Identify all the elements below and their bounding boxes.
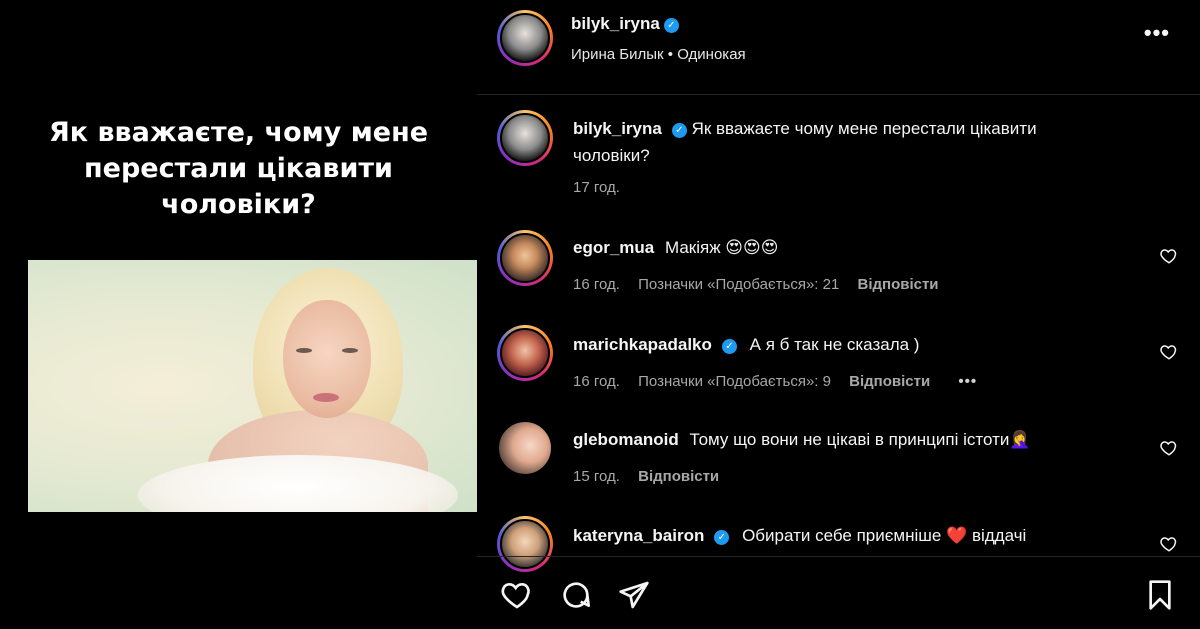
comment-item: kateryna_bairon ✓ Обирати себе приємніше … bbox=[573, 522, 1113, 549]
comment-item: marichkapadalko ✓ А я б так не сказала ) bbox=[573, 331, 1113, 358]
comment-more-icon[interactable]: ••• bbox=[958, 373, 977, 390]
comment-avatar[interactable] bbox=[497, 420, 553, 476]
media-caption: Як вважаєте, чому мене перестали цікавит… bbox=[48, 117, 429, 220]
verified-icon: ✓ bbox=[663, 18, 679, 33]
header-divider bbox=[477, 94, 1200, 95]
comment-item: glebomanoid Тому що вони не цікаві в при… bbox=[573, 426, 1113, 453]
post-panel: bilyk_iryna ✓ Ирина Билык • Одинокая ••• … bbox=[477, 0, 1200, 629]
comment-time[interactable]: 16 год. bbox=[573, 373, 620, 390]
avatar-image bbox=[500, 328, 550, 378]
reply-button[interactable]: Відповісти bbox=[857, 276, 938, 293]
comment-likes[interactable]: Позначки «Подобається»: 21 bbox=[638, 276, 839, 293]
reply-button[interactable]: Відповісти bbox=[638, 468, 719, 485]
post-time[interactable]: 17 год. bbox=[573, 179, 620, 196]
reply-button[interactable]: Відповісти bbox=[849, 373, 930, 390]
comment-time[interactable]: 16 год. bbox=[573, 276, 620, 293]
bookmark-icon[interactable] bbox=[1144, 579, 1176, 611]
comment-item: egor_mua Макіяж 😍😍😍 bbox=[573, 234, 1113, 261]
post-photo bbox=[28, 260, 477, 512]
photo-eye-left bbox=[296, 348, 312, 353]
post-username[interactable]: bilyk_iryna bbox=[573, 119, 662, 138]
header-subtitle[interactable]: Ирина Билык • Одинокая bbox=[571, 46, 746, 63]
verified-icon: ✓ bbox=[671, 123, 687, 138]
avatar-image bbox=[497, 420, 553, 476]
comment-heart-icon[interactable] bbox=[1160, 535, 1178, 553]
photo-eye-right bbox=[342, 348, 358, 353]
verified-icon: ✓ bbox=[721, 339, 737, 354]
comment-meta: 16 год. Позначки «Подобається»: 9 Відпов… bbox=[573, 373, 991, 390]
comment-meta: 16 год. Позначки «Подобається»: 21 Відпо… bbox=[573, 276, 953, 293]
comment-heart-icon[interactable] bbox=[1160, 439, 1178, 457]
comment-username[interactable]: glebomanoid bbox=[573, 430, 679, 449]
header-avatar[interactable] bbox=[497, 10, 553, 66]
comment-likes[interactable]: Позначки «Подобається»: 9 bbox=[638, 373, 831, 390]
comment-heart-icon[interactable] bbox=[1160, 247, 1178, 265]
comment-username[interactable]: marichkapadalko bbox=[573, 335, 712, 354]
action-bar bbox=[477, 556, 1200, 629]
heart-icon[interactable] bbox=[501, 579, 533, 611]
header-username[interactable]: bilyk_iryna bbox=[571, 14, 660, 33]
comment-avatar[interactable] bbox=[497, 230, 553, 286]
avatar-image bbox=[500, 233, 550, 283]
header-user[interactable]: bilyk_iryna ✓ bbox=[571, 14, 679, 34]
comment-text: Тому що вони не цікаві в принципі істоти… bbox=[689, 430, 1031, 449]
comment-time[interactable]: 15 год. bbox=[573, 468, 620, 485]
comment-text: Обирати себе приємніше ❤️ віддачі bbox=[742, 526, 1027, 545]
comment-text: А я б так не сказала ) bbox=[749, 335, 920, 354]
comment-avatar[interactable] bbox=[497, 325, 553, 381]
post-author-avatar[interactable] bbox=[497, 110, 553, 166]
send-icon[interactable] bbox=[618, 579, 650, 611]
more-options-icon[interactable]: ••• bbox=[1144, 20, 1170, 46]
post-media[interactable]: Як вважаєте, чому мене перестали цікавит… bbox=[0, 0, 477, 629]
comment-username[interactable]: egor_mua bbox=[573, 238, 654, 257]
photo-lips bbox=[313, 393, 339, 402]
comment-text: Макіяж 😍😍😍 bbox=[664, 238, 779, 257]
verified-icon: ✓ bbox=[714, 530, 730, 545]
post-caption: bilyk_iryna ✓ Як вважаєте чому мене перес… bbox=[573, 115, 1113, 169]
comment-meta: 15 год. Відповісти bbox=[573, 468, 733, 485]
comment-heart-icon[interactable] bbox=[1160, 343, 1178, 361]
post-meta: 17 год. bbox=[573, 179, 634, 196]
avatar-image bbox=[500, 13, 550, 63]
comment-username[interactable]: kateryna_bairon bbox=[573, 526, 704, 545]
avatar-image bbox=[500, 113, 550, 163]
comment-icon[interactable] bbox=[560, 579, 592, 611]
